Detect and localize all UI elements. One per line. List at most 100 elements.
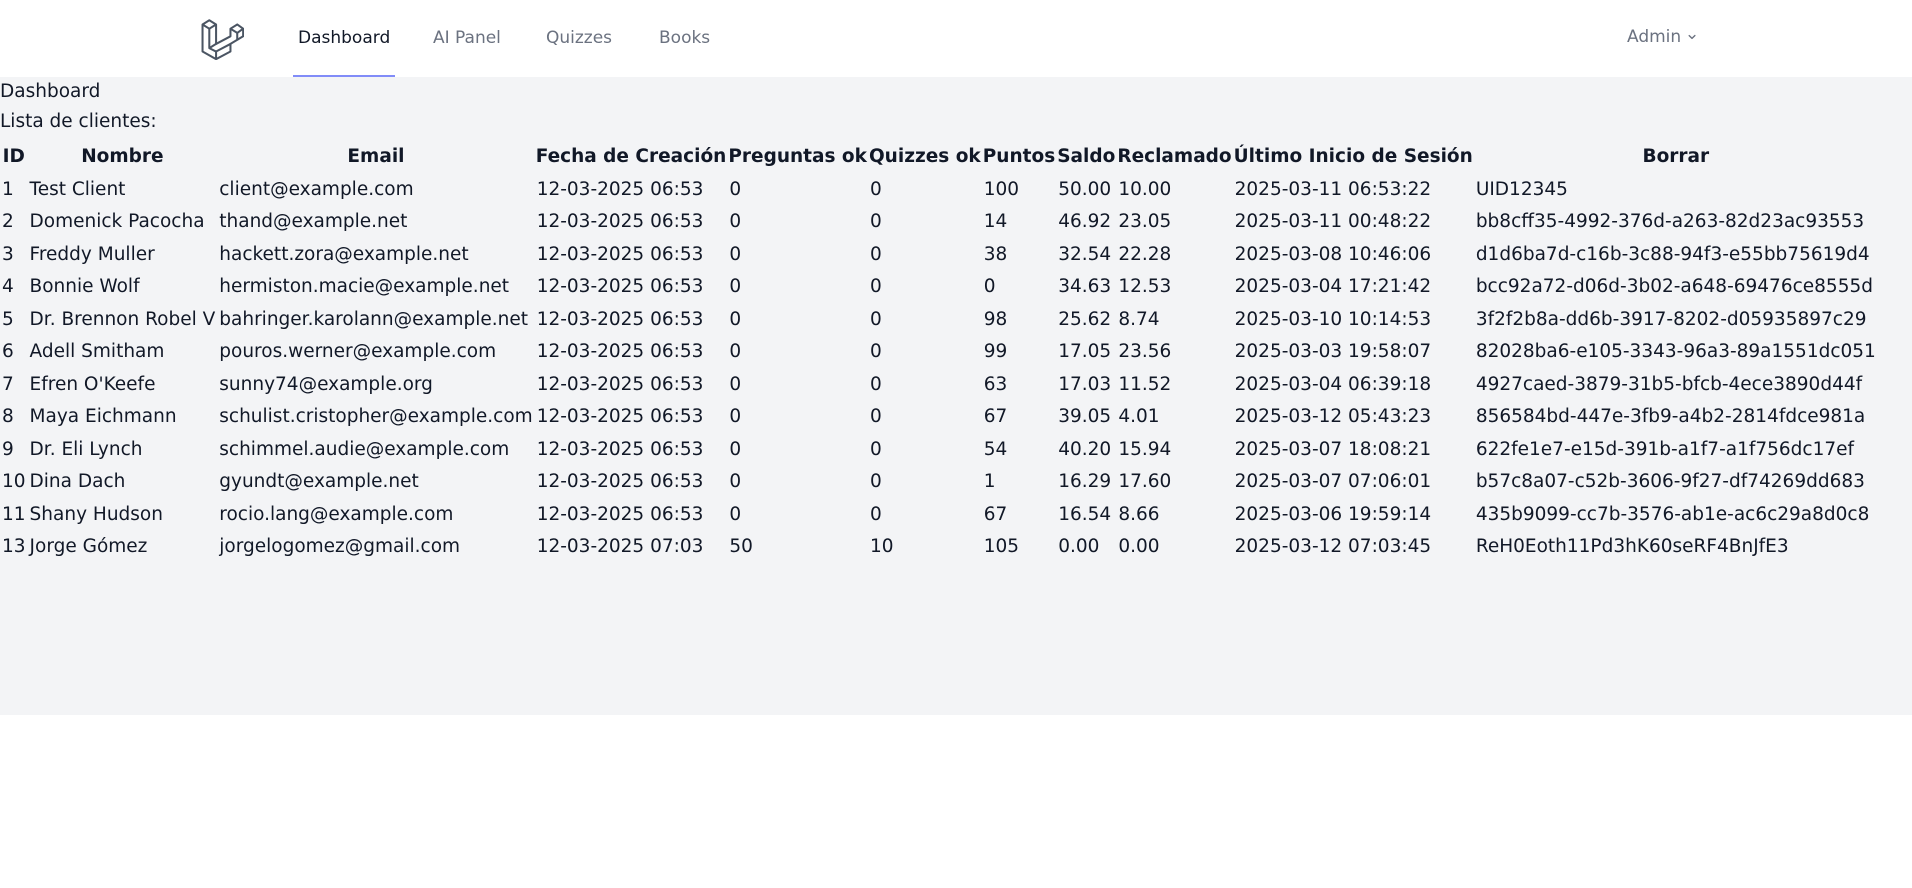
cell-borrar[interactable]: 622fe1e7-e15d-391b-a1f7-a1f756dc17ef — [1474, 433, 1878, 466]
cell-ultimo-inicio: 2025-03-03 19:58:07 — [1234, 341, 1432, 363]
cell-fecha-creacion: 12-03-2025 06:53 — [536, 178, 704, 200]
cell-email: hermiston.macie@example.net — [219, 276, 510, 298]
cell-borrar[interactable]: d1d6ba7d-c16b-3c88-94f3-e55bb75619d4 — [1474, 238, 1878, 271]
cell-saldo: 46.92 — [1058, 211, 1112, 233]
cell-preguntas-ok: 0 — [729, 308, 742, 330]
page-title: Dashboard — [0, 81, 101, 102]
cell-borrar[interactable]: bcc92a72-d06d-3b02-a648-69476ce8555d — [1474, 271, 1878, 304]
cell-quizzes-ok: 0 — [869, 471, 882, 493]
cell-id: 13 — [2, 536, 26, 558]
cell-saldo: 39.05 — [1058, 406, 1112, 428]
laravel-logo-icon[interactable] — [200, 16, 244, 60]
cell-quizzes-ok: 0 — [869, 503, 882, 525]
cell-borrar[interactable]: 3f2f2b8a-dd6b-3917-8202-d05935897c29 — [1474, 303, 1878, 336]
cell-puntos: 105 — [983, 536, 1020, 558]
table-row: 5 Dr. Brennon Robel Vbahringer.karolann@e… — [0, 303, 1878, 336]
cell-ultimo-inicio: 2025-03-07 07:06:01 — [1234, 471, 1432, 493]
cell-fecha-creacion: 12-03-2025 07:03 — [536, 536, 704, 558]
cell-nombre: Adell Smitham — [29, 341, 165, 363]
cell-nombre: Maya Eichmann — [29, 406, 177, 428]
header-preguntas-ok: Preguntas ok — [728, 146, 867, 167]
cell-saldo: 50.00 — [1058, 178, 1112, 200]
cell-puntos: 54 — [983, 438, 1008, 460]
table-row: 7 Efren O'Keefe sunny74@example.org 12-03-2… — [0, 368, 1878, 401]
cell-fecha-creacion: 12-03-2025 06:53 — [536, 276, 704, 298]
nav-link-quizzes[interactable]: Quizzes — [541, 0, 617, 77]
cell-id: 6 — [2, 341, 14, 363]
cell-saldo: 17.03 — [1058, 373, 1112, 395]
cell-email: bahringer.karolann@example.net — [219, 308, 528, 330]
cell-borrar[interactable]: ReH0Eoth11Pd3hK60seRF4BnJfE3 — [1474, 531, 1878, 564]
cell-fecha-creacion: 12-03-2025 06:53 — [536, 243, 704, 265]
cell-ultimo-inicio: 2025-03-11 00:48:22 — [1234, 211, 1432, 233]
cell-puntos: 38 — [983, 243, 1008, 265]
cell-ultimo-inicio: 2025-03-12 07:03:45 — [1234, 536, 1432, 558]
top-navigation: Dashboard AI Panel Quizzes Books Admin — [0, 0, 1912, 78]
cell-preguntas-ok: 0 — [729, 406, 742, 428]
cell-reclamado: 8.66 — [1118, 503, 1160, 525]
cell-id: 4 — [2, 276, 14, 298]
nav-link-dashboard[interactable]: Dashboard — [293, 0, 396, 77]
cell-borrar[interactable]: 4927caed-3879-31b5-bfcb-4ece3890d44f — [1474, 368, 1878, 401]
cell-borrar[interactable]: 856584bd-447e-3fb9-a4b2-2814fdce981a — [1474, 401, 1878, 434]
cell-id: 5 — [2, 308, 14, 330]
cell-email: jorgelogomez@gmail.com — [219, 536, 461, 558]
cell-fecha-creacion: 12-03-2025 06:53 — [536, 341, 704, 363]
cell-puntos: 67 — [983, 406, 1008, 428]
nav-link-books[interactable]: Books — [654, 0, 715, 77]
cell-email: client@example.com — [219, 178, 414, 200]
chevron-down-icon — [1688, 34, 1696, 40]
cell-nombre: Bonnie Wolf — [29, 276, 140, 298]
header-id: ID — [2, 146, 25, 167]
table-row: 10 Dina Dach gyundt@example.net 12-03-2025 … — [0, 466, 1878, 499]
cell-reclamado: 11.52 — [1118, 373, 1172, 395]
cell-preguntas-ok: 0 — [729, 438, 742, 460]
cell-quizzes-ok: 0 — [869, 438, 882, 460]
cell-saldo: 16.54 — [1058, 503, 1112, 525]
cell-reclamado: 15.94 — [1118, 438, 1172, 460]
client-list-label: Lista de clientes: — [0, 111, 157, 132]
nav-link-ai-panel[interactable]: AI Panel — [428, 0, 506, 77]
cell-quizzes-ok: 0 — [869, 276, 882, 298]
cell-id: 1 — [2, 178, 14, 200]
header-borrar: Borrar — [1642, 146, 1710, 167]
cell-nombre: Jorge Gómez — [29, 536, 148, 558]
header-fecha-creacion: Fecha de Creación — [535, 146, 727, 167]
cell-borrar[interactable]: 82028ba6-e105-3343-96a3-89a1551dc051 — [1474, 336, 1878, 369]
cell-id: 9 — [2, 438, 14, 460]
cell-email: thand@example.net — [219, 211, 408, 233]
table-row: 1 Test Client client@example.com 12-03-2025… — [0, 173, 1878, 206]
cell-quizzes-ok: 10 — [869, 536, 894, 558]
cell-ultimo-inicio: 2025-03-10 10:14:53 — [1234, 308, 1432, 330]
cell-nombre: Freddy Muller — [29, 243, 155, 265]
cell-preguntas-ok: 0 — [729, 211, 742, 233]
clients-table: ID Nombre Email Fecha de Creación Pregun… — [0, 140, 1878, 563]
cell-ultimo-inicio: 2025-03-08 10:46:06 — [1234, 243, 1432, 265]
cell-puntos: 100 — [983, 178, 1020, 200]
cell-id: 7 — [2, 373, 14, 395]
cell-email: hackett.zora@example.net — [219, 243, 469, 265]
cell-borrar[interactable]: UID12345 — [1474, 173, 1878, 206]
cell-fecha-creacion: 12-03-2025 06:53 — [536, 406, 704, 428]
cell-reclamado: 22.28 — [1118, 243, 1172, 265]
cell-borrar[interactable]: 435b9099-cc7b-3576-ab1e-ac6c29a8d0c8 — [1474, 498, 1878, 531]
table-row: 4 Bonnie Wolf hermiston.macie@example.net 1… — [0, 271, 1878, 304]
header-saldo: Saldo — [1057, 146, 1116, 167]
cell-email: rocio.lang@example.com — [219, 503, 454, 525]
cell-fecha-creacion: 12-03-2025 06:53 — [536, 373, 704, 395]
table-row: 6 Adell Smitham pouros.werner@example.com 1… — [0, 336, 1878, 369]
user-menu-button[interactable]: Admin — [1627, 0, 1699, 74]
header-ultimo-inicio: Último Inicio de Sesión — [1233, 146, 1473, 167]
cell-quizzes-ok: 0 — [869, 373, 882, 395]
header-puntos: Puntos — [982, 146, 1056, 167]
cell-borrar[interactable]: bb8cff35-4992-376d-a263-82d23ac93553 — [1474, 206, 1878, 239]
cell-borrar[interactable]: b57c8a07-c52b-3606-9f27-df74269dd683 — [1474, 466, 1878, 499]
cell-fecha-creacion: 12-03-2025 06:53 — [536, 438, 704, 460]
user-menu-label: Admin — [1627, 27, 1682, 47]
cell-saldo: 16.29 — [1058, 471, 1112, 493]
cell-ultimo-inicio: 2025-03-04 17:21:42 — [1234, 276, 1432, 298]
main-content: Dashboard Lista de clientes: ID Nombre E… — [0, 77, 1912, 715]
cell-nombre: Domenick Pacocha — [29, 211, 205, 233]
header-email: Email — [347, 146, 405, 167]
cell-nombre: Shany Hudson — [29, 503, 163, 525]
